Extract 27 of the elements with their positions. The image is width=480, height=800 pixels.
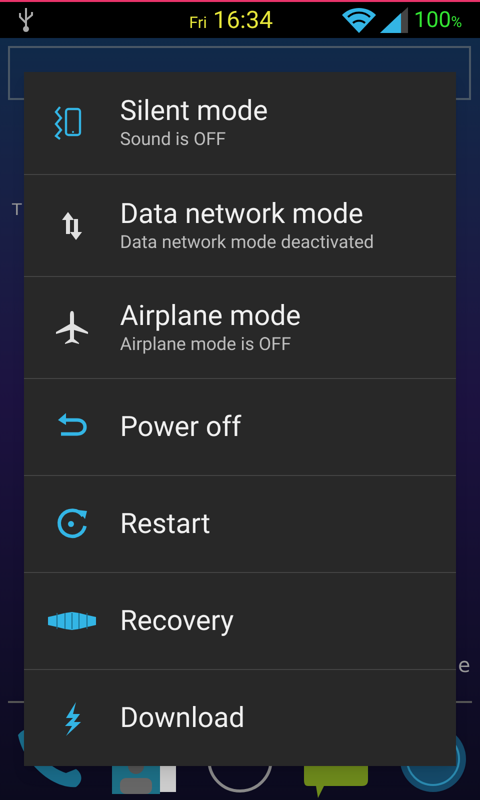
wifi-icon bbox=[342, 7, 376, 33]
item-title: Silent mode bbox=[120, 94, 268, 128]
menu-item[interactable]: Recovery bbox=[24, 572, 456, 669]
clock-text: 16:34 bbox=[213, 5, 273, 36]
app-label: e bbox=[458, 652, 470, 679]
item-title: Power off bbox=[120, 410, 242, 444]
menu-item[interactable]: Silent mode Sound is OFF bbox=[24, 72, 456, 174]
item-title: Airplane mode bbox=[120, 298, 301, 332]
battery-text: 100 bbox=[414, 6, 451, 34]
item-title: Data network mode bbox=[120, 196, 364, 230]
segmented-bar-icon bbox=[47, 611, 97, 631]
item-title: Download bbox=[120, 701, 245, 735]
item-title: Recovery bbox=[120, 604, 234, 638]
menu-item[interactable]: Data network mode Data network mode deactivated bbox=[24, 174, 456, 276]
usb-icon bbox=[18, 7, 34, 33]
item-title: Restart bbox=[120, 507, 210, 541]
menu-item[interactable]: Restart bbox=[24, 475, 456, 572]
menu-item[interactable]: Download bbox=[24, 669, 456, 766]
app-label: T bbox=[12, 199, 22, 221]
item-subtitle: Sound is OFF bbox=[120, 128, 227, 152]
item-subtitle: Data network mode deactivated bbox=[120, 230, 374, 254]
day-text: Fri bbox=[189, 12, 208, 34]
item-subtitle: Airplane mode is OFF bbox=[120, 332, 292, 356]
menu-item[interactable]: Airplane mode Airplane mode is OFF bbox=[24, 276, 456, 378]
signal-icon bbox=[380, 7, 408, 33]
battery-unit: % bbox=[451, 12, 462, 32]
menu-item[interactable]: Power off bbox=[24, 378, 456, 475]
